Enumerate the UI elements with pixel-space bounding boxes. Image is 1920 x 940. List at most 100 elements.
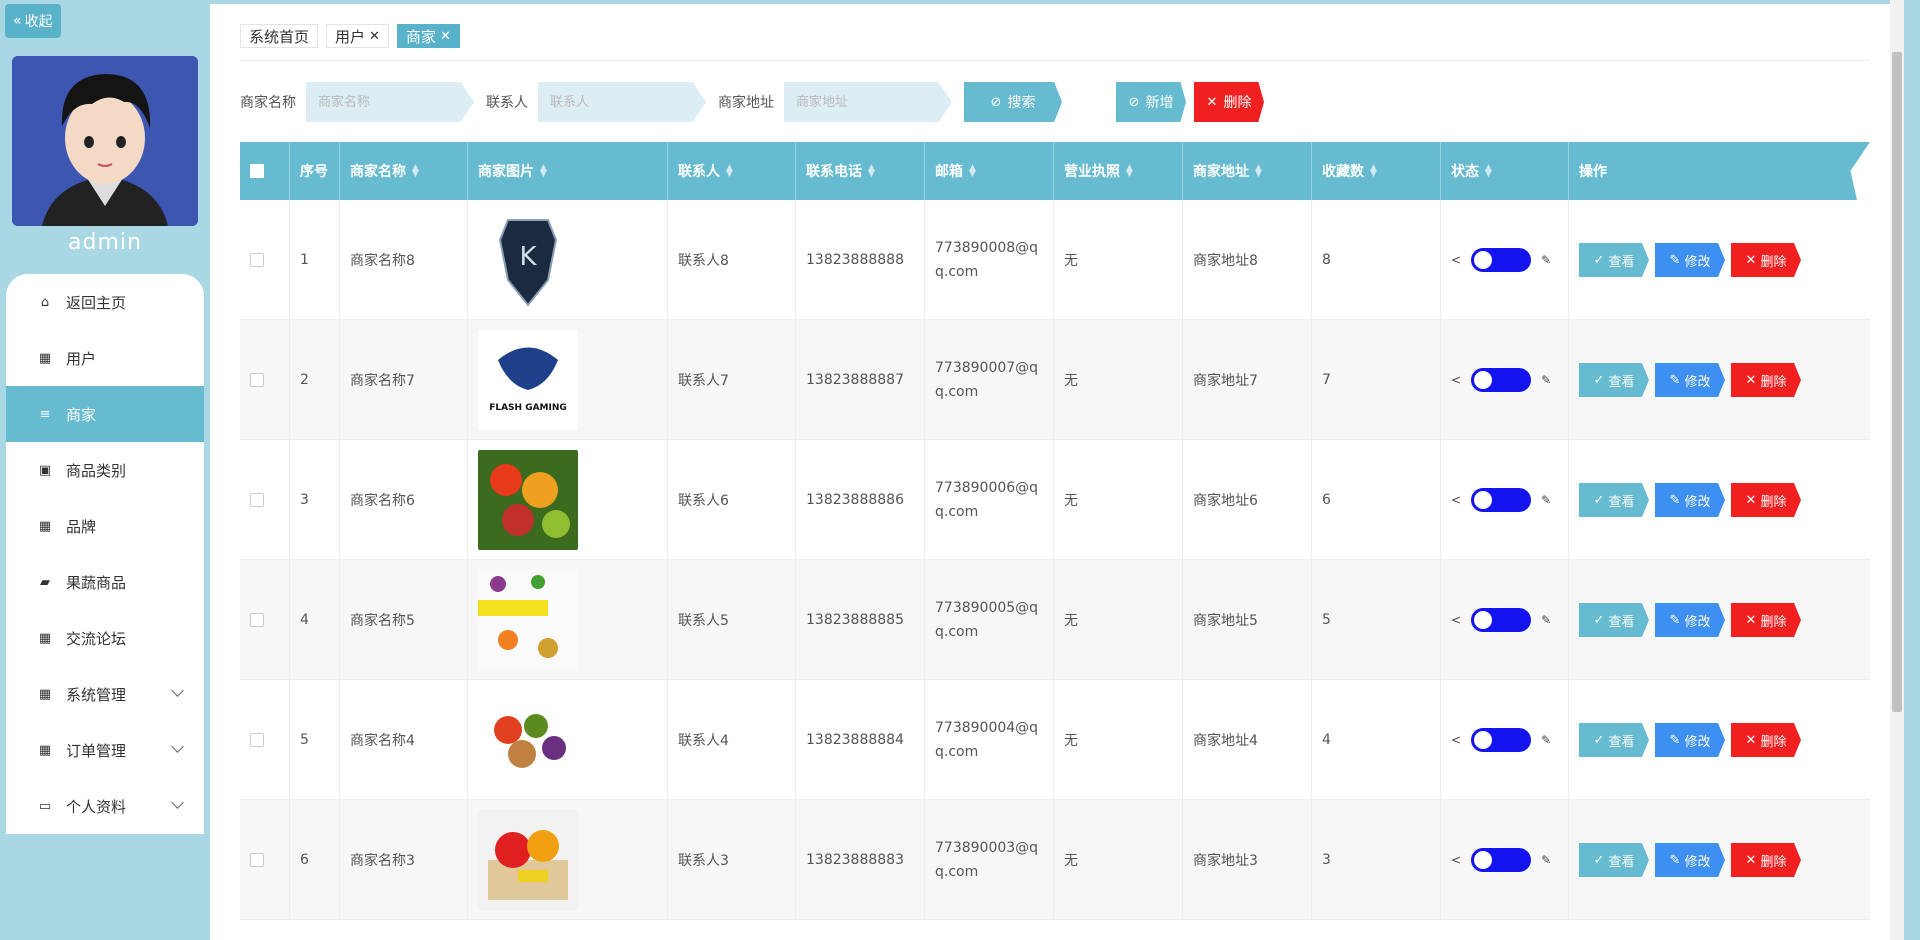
edit-button[interactable]: ✎ 修改 xyxy=(1655,843,1725,877)
contact-input[interactable] xyxy=(538,82,706,122)
sort-icon[interactable]: ▲ ▼ xyxy=(412,164,419,179)
merchant-name-input[interactable] xyxy=(306,82,474,122)
column-header[interactable]: 联系电话 ▲ ▼ xyxy=(796,142,925,200)
column-header: 序号 xyxy=(290,142,340,200)
sort-icon[interactable]: ▲ ▼ xyxy=(1370,164,1377,179)
edit-button[interactable]: ✎ 修改 xyxy=(1655,723,1725,757)
status-toggle[interactable] xyxy=(1471,728,1532,752)
sidebar-item-categories[interactable]: ▣ 商品类别 xyxy=(6,442,204,498)
edit-button-label: 修改 xyxy=(1684,254,1711,270)
edit-button[interactable]: ✎ 修改 xyxy=(1655,363,1725,397)
scrollbar-thumb[interactable] xyxy=(1892,52,1902,712)
sidebar-item-system[interactable]: ▦ 系统管理 xyxy=(6,666,204,722)
delete-button[interactable]: ✕ 删除 xyxy=(1731,243,1801,277)
status-toggle[interactable] xyxy=(1471,248,1532,272)
share-icon[interactable]: < xyxy=(1451,253,1461,267)
delete-button[interactable]: ✕ 删除 xyxy=(1731,483,1801,517)
sidebar-item-home[interactable]: ⌂ 返回主页 xyxy=(6,274,204,330)
sidebar-item-orders[interactable]: ▦ 订单管理 xyxy=(6,722,204,778)
row-checkbox[interactable] xyxy=(250,853,264,867)
column-header[interactable]: 商家名称 ▲ ▼ xyxy=(340,142,468,200)
tab-merchants[interactable]: 商家 ✕ xyxy=(396,24,460,48)
delete-button[interactable]: ✕ 删除 xyxy=(1731,363,1801,397)
view-button[interactable]: ✓ 查看 xyxy=(1579,603,1649,637)
license-cell: 无 xyxy=(1054,560,1183,680)
share-icon[interactable]: < xyxy=(1451,733,1461,747)
pen-icon[interactable]: ✎ xyxy=(1541,613,1551,627)
column-header[interactable]: 商家图片 ▲ ▼ xyxy=(468,142,668,200)
share-icon[interactable]: < xyxy=(1451,493,1461,507)
view-button[interactable]: ✓ 查看 xyxy=(1579,483,1649,517)
sidebar-item-products[interactable]: ▰ 果蔬商品 xyxy=(6,554,204,610)
status-toggle[interactable] xyxy=(1471,848,1532,872)
pen-icon[interactable]: ✎ xyxy=(1541,253,1551,267)
sort-icon[interactable]: ▲ ▼ xyxy=(1485,164,1492,179)
sort-icon[interactable]: ▲ ▼ xyxy=(726,164,733,179)
sort-icon[interactable]: ▲ ▼ xyxy=(969,164,976,179)
column-header[interactable]: 邮箱 ▲ ▼ xyxy=(925,142,1054,200)
merchant-image[interactable] xyxy=(478,570,578,670)
sidebar-item-profile[interactable]: ▭ 个人资料 xyxy=(6,778,204,834)
sort-icon[interactable]: ▲ ▼ xyxy=(868,164,875,179)
image-cell xyxy=(468,680,668,800)
scrollbar-track[interactable] xyxy=(1890,0,1904,940)
merchant-image[interactable] xyxy=(478,450,578,550)
column-header[interactable]: 商家地址 ▲ ▼ xyxy=(1183,142,1312,200)
collapse-button[interactable]: « 收起 xyxy=(5,4,61,38)
edit-button[interactable]: ✎ 修改 xyxy=(1655,483,1725,517)
delete-button[interactable]: ✕ 删除 xyxy=(1731,723,1801,757)
tab-users[interactable]: 用户 ✕ xyxy=(326,24,389,48)
select-all-checkbox[interactable] xyxy=(250,164,264,178)
row-checkbox[interactable] xyxy=(250,733,264,747)
edit-button[interactable]: ✎ 修改 xyxy=(1655,243,1725,277)
column-header[interactable]: 收藏数 ▲ ▼ xyxy=(1312,142,1441,200)
tab-home[interactable]: 系统首页 xyxy=(240,24,319,48)
sort-icon[interactable]: ▲ ▼ xyxy=(1126,164,1133,179)
status-toggle[interactable] xyxy=(1471,368,1532,392)
view-button[interactable]: ✓ 查看 xyxy=(1579,723,1649,757)
share-icon[interactable]: < xyxy=(1451,613,1461,627)
sidebar-item-brands[interactable]: ▦ 品牌 xyxy=(6,498,204,554)
column-header[interactable]: 营业执照 ▲ ▼ xyxy=(1054,142,1183,200)
status-toggle[interactable] xyxy=(1471,488,1532,512)
address-input[interactable] xyxy=(784,82,952,122)
merchant-image[interactable] xyxy=(478,690,578,790)
grid-icon: ▦ xyxy=(38,518,52,534)
column-header[interactable]: 状态 ▲ ▼ xyxy=(1441,142,1569,200)
view-button[interactable]: ✓ 查看 xyxy=(1579,243,1649,277)
column-header[interactable]: 联系人 ▲ ▼ xyxy=(668,142,796,200)
add-button[interactable]: ⊘ 新增 xyxy=(1116,82,1186,122)
batch-delete-button[interactable]: ✕ 删除 xyxy=(1194,82,1264,122)
delete-button[interactable]: ✕ 删除 xyxy=(1731,603,1801,637)
sort-icon[interactable]: ▲ ▼ xyxy=(540,164,547,179)
select-all-cell xyxy=(240,142,290,200)
merchant-image[interactable]: K xyxy=(478,210,578,310)
license-cell: 无 xyxy=(1054,200,1183,320)
share-icon[interactable]: < xyxy=(1451,853,1461,867)
sidebar-item-forum[interactable]: ▦ 交流论坛 xyxy=(6,610,204,666)
merchant-image[interactable]: FLASH GAMING xyxy=(478,330,578,430)
row-checkbox[interactable] xyxy=(250,253,264,267)
sidebar-item-merchants[interactable]: ≡ 商家 xyxy=(6,386,204,442)
tab-label: 用户 xyxy=(335,27,366,46)
delete-button[interactable]: ✕ 删除 xyxy=(1731,843,1801,877)
row-checkbox[interactable] xyxy=(250,373,264,387)
status-toggle[interactable] xyxy=(1471,608,1532,632)
close-icon[interactable]: ✕ xyxy=(440,29,451,44)
view-button[interactable]: ✓ 查看 xyxy=(1579,843,1649,877)
check-icon: ✓ xyxy=(1593,492,1605,508)
view-button[interactable]: ✓ 查看 xyxy=(1579,363,1649,397)
search-button[interactable]: ⊘ 搜索 xyxy=(964,82,1062,122)
sidebar-item-users[interactable]: ▦ 用户 xyxy=(6,330,204,386)
pen-icon[interactable]: ✎ xyxy=(1541,733,1551,747)
pen-icon[interactable]: ✎ xyxy=(1541,373,1551,387)
row-checkbox[interactable] xyxy=(250,493,264,507)
row-checkbox[interactable] xyxy=(250,613,264,627)
pen-icon[interactable]: ✎ xyxy=(1541,853,1551,867)
close-icon[interactable]: ✕ xyxy=(369,29,380,44)
sort-icon[interactable]: ▲ ▼ xyxy=(1255,164,1262,179)
edit-button[interactable]: ✎ 修改 xyxy=(1655,603,1725,637)
pen-icon[interactable]: ✎ xyxy=(1541,493,1551,507)
share-icon[interactable]: < xyxy=(1451,373,1461,387)
merchant-image[interactable] xyxy=(478,810,578,910)
